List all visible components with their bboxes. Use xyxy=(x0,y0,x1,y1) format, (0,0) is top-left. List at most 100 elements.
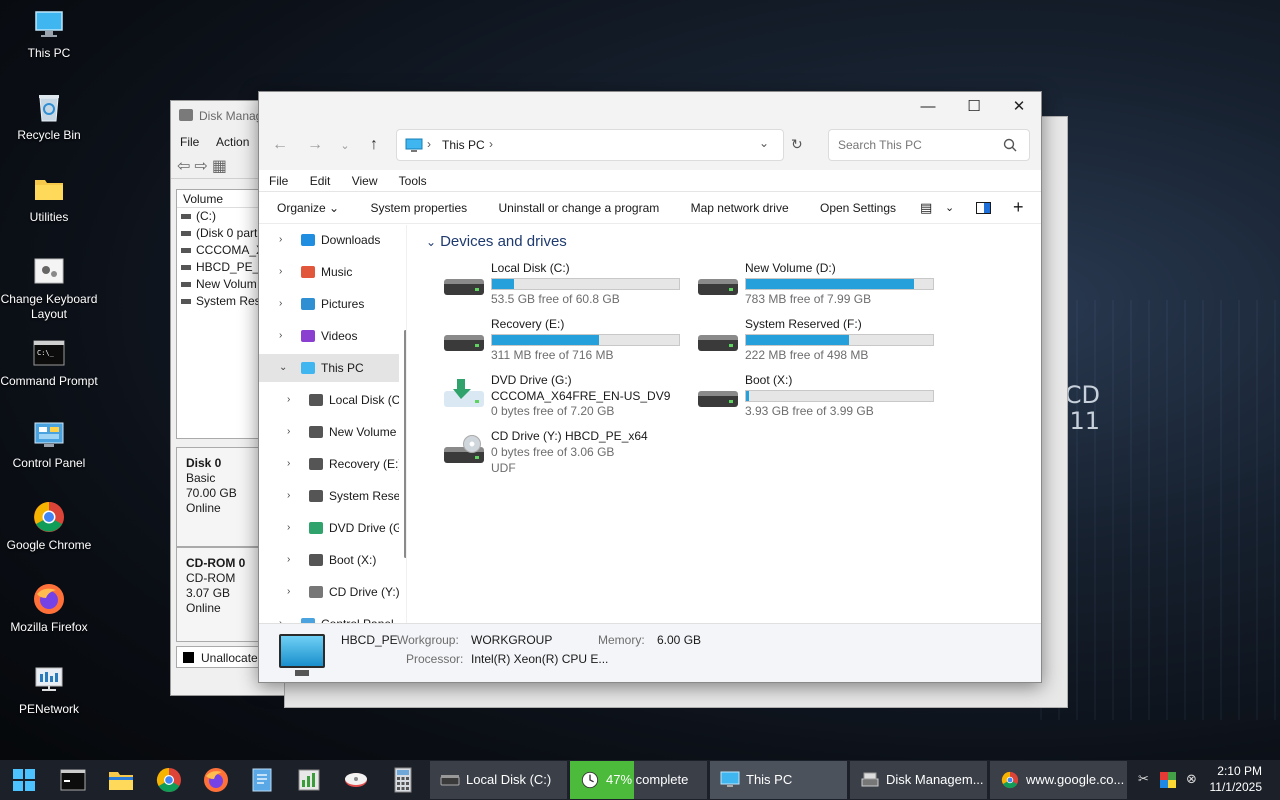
uninstall-program-button[interactable]: Uninstall or change a program xyxy=(498,192,659,224)
preview-pane-icon[interactable] xyxy=(976,202,991,214)
desktop-icon-control-panel[interactable]: Control Panel xyxy=(0,418,98,471)
chevron-right-icon[interactable]: › xyxy=(287,482,290,510)
minimize-button[interactable]: — xyxy=(905,92,951,122)
volume-row[interactable]: CCCOMA_X xyxy=(177,242,265,259)
task-this-pc[interactable]: This PC xyxy=(710,761,847,799)
clock[interactable]: 2:10 PM 11/1/2025 xyxy=(1210,763,1263,795)
back-arrow-icon[interactable]: ⇦ xyxy=(177,156,190,176)
drive-tile[interactable]: Local Disk (C:) 53.5 GB free of 60.8 GB xyxy=(441,261,691,311)
up-arrow-icon[interactable]: ↑ xyxy=(362,136,386,154)
volume-row[interactable]: (Disk 0 parti xyxy=(177,225,265,242)
close-button[interactable]: ✕ xyxy=(996,92,1042,122)
desktop-icon-this-pc[interactable]: This PC xyxy=(0,8,98,61)
chevron-right-icon[interactable]: › xyxy=(279,258,282,286)
volume-row[interactable]: New Volum xyxy=(177,276,265,293)
disk-tool-icon[interactable] xyxy=(342,766,370,794)
chevron-right-icon[interactable]: › xyxy=(279,290,282,318)
explorer-titlebar[interactable]: — ☐ ✕ xyxy=(259,92,1041,122)
breadcrumb-separator[interactable]: › xyxy=(489,137,493,151)
chevron-right-icon[interactable]: › xyxy=(287,386,290,414)
menu-view[interactable]: View xyxy=(352,174,378,188)
nav-item-videos[interactable]: › Videos xyxy=(259,322,399,350)
file-explorer-icon[interactable] xyxy=(107,766,135,794)
volume-column-header[interactable]: Volume xyxy=(177,190,265,208)
refresh-icon[interactable]: ↻ xyxy=(791,136,803,153)
drive-tile[interactable]: Recovery (E:) 311 MB free of 716 MB xyxy=(441,317,691,367)
nav-item-dvd-drive-g[interactable]: › DVD Drive (G:) xyxy=(259,514,399,542)
desktop-icon-change-keyboard-layout[interactable]: Change Keyboard Layout xyxy=(0,254,98,322)
task-disk-management[interactable]: Disk Managem... xyxy=(850,761,987,799)
start-icon[interactable] xyxy=(10,766,38,794)
nav-item-control-panel[interactable]: › Control Panel xyxy=(259,610,399,623)
chrome-icon[interactable] xyxy=(155,766,183,794)
nav-item-system-reserved-f[interactable]: › System Reserved (F:) xyxy=(259,482,399,510)
drive-tile[interactable]: New Volume (D:) 783 MB free of 7.99 GB xyxy=(695,261,945,311)
command-prompt-icon[interactable] xyxy=(59,766,87,794)
task-copy-progress[interactable]: 47% complete xyxy=(570,761,707,799)
collapse-chevron-icon[interactable]: ⌄ xyxy=(426,235,436,249)
forward-arrow-icon[interactable]: → xyxy=(303,136,327,154)
task-google-chrome[interactable]: www.google.co... xyxy=(990,761,1127,799)
cdrom-info[interactable]: CD-ROM 0 CD-ROM 3.07 GB Online xyxy=(176,547,266,642)
nav-item-new-volume-d[interactable]: › New Volume (D:) xyxy=(259,418,399,446)
nav-item-this-pc[interactable]: ⌄ This PC xyxy=(259,354,399,382)
nav-scrollbar[interactable] xyxy=(404,330,406,558)
drive-tile[interactable]: DVD Drive (G:) CCCOMA_X64FRE_EN-US_DV9 0 b… xyxy=(441,373,691,423)
nav-item-music[interactable]: › Music xyxy=(259,258,399,286)
tray-color-icon[interactable] xyxy=(1160,772,1176,788)
search-input[interactable]: Search This PC xyxy=(828,129,1030,161)
firefox-icon[interactable] xyxy=(202,766,230,794)
view-dropdown-icon[interactable]: ⌄ xyxy=(945,192,954,224)
calculator-icon[interactable] xyxy=(389,766,417,794)
desktop-icon-recycle-bin[interactable]: Recycle Bin xyxy=(0,90,98,143)
view-layout-icon[interactable]: ▤ xyxy=(920,192,932,224)
forward-arrow-icon[interactable]: ⇨ xyxy=(194,156,207,176)
system-properties-button[interactable]: System properties xyxy=(370,192,467,224)
nav-item-recovery-e[interactable]: › Recovery (E:) xyxy=(259,450,399,478)
properties-icon[interactable]: ▦ xyxy=(212,156,227,176)
registry-editor-icon[interactable] xyxy=(295,766,323,794)
tray-tools-icon[interactable]: ✂ xyxy=(1138,771,1149,787)
desktop-icon-google-chrome[interactable]: Google Chrome xyxy=(0,500,98,553)
dm-menu-action[interactable]: Action xyxy=(216,135,249,149)
volume-row[interactable]: (C:) xyxy=(177,208,265,225)
nav-item-boot-x[interactable]: › Boot (X:) xyxy=(259,546,399,574)
chevron-right-icon[interactable]: › xyxy=(287,546,290,574)
network-status-icon[interactable]: ⊗ xyxy=(1186,771,1197,787)
chevron-right-icon[interactable]: › xyxy=(279,610,282,623)
menu-tools[interactable]: Tools xyxy=(399,174,427,188)
task-local-disk[interactable]: Local Disk (C:) xyxy=(430,761,567,799)
nav-item-pictures[interactable]: › Pictures xyxy=(259,290,399,318)
volume-row[interactable]: HBCD_PE_x xyxy=(177,259,265,276)
chevron-right-icon[interactable]: › xyxy=(287,450,290,478)
desktop-icon-penetwork[interactable]: PENetwork xyxy=(0,664,98,717)
chevron-right-icon[interactable]: › xyxy=(279,322,282,350)
desktop-icon-command-prompt[interactable]: C:\_ Command Prompt xyxy=(0,336,98,389)
maximize-button[interactable]: ☐ xyxy=(951,92,997,122)
address-box[interactable]: › This PC › ⌄ ↻ xyxy=(396,129,803,161)
address-dropdown-icon[interactable]: ⌄ xyxy=(759,136,769,150)
drive-tile[interactable]: CD Drive (Y:) HBCD_PE_x64 0 bytes free of… xyxy=(441,429,691,479)
explorer-window[interactable]: — ☐ ✕ ← → ⌄ ↑ › This PC › ⌄ ↻ Search Thi… xyxy=(258,91,1042,683)
disk0-info[interactable]: Disk 0 Basic 70.00 GB Online xyxy=(176,447,266,547)
volume-row[interactable]: System Rese xyxy=(177,293,265,310)
chevron-right-icon[interactable]: › xyxy=(279,226,282,254)
chevron-right-icon[interactable]: › xyxy=(287,418,290,446)
map-network-drive-button[interactable]: Map network drive xyxy=(691,192,789,224)
nav-item-cd-drive-y[interactable]: › CD Drive (Y:) xyxy=(259,578,399,606)
dm-menu-file[interactable]: File xyxy=(180,135,199,149)
notes-app-icon[interactable] xyxy=(248,766,276,794)
desktop-icon-utilities[interactable]: Utilities xyxy=(0,172,98,225)
chevron-down-icon[interactable]: ⌄ xyxy=(279,354,287,382)
menu-edit[interactable]: Edit xyxy=(310,174,331,188)
nav-item-local-disk-c[interactable]: › Local Disk (C:) xyxy=(259,386,399,414)
desktop-icon-mozilla-firefox[interactable]: Mozilla Firefox xyxy=(0,582,98,635)
nav-item-downloads[interactable]: › Downloads xyxy=(259,226,399,254)
devices-and-drives-header[interactable]: ⌄ Devices and drives xyxy=(426,233,567,250)
breadcrumb-this-pc[interactable]: This PC xyxy=(442,138,485,152)
back-arrow-icon[interactable]: ← xyxy=(268,136,292,154)
chevron-right-icon[interactable]: › xyxy=(287,578,290,606)
chevron-right-icon[interactable]: › xyxy=(287,514,290,542)
add-icon[interactable]: + xyxy=(1013,191,1024,223)
search-icon[interactable] xyxy=(1003,138,1017,152)
